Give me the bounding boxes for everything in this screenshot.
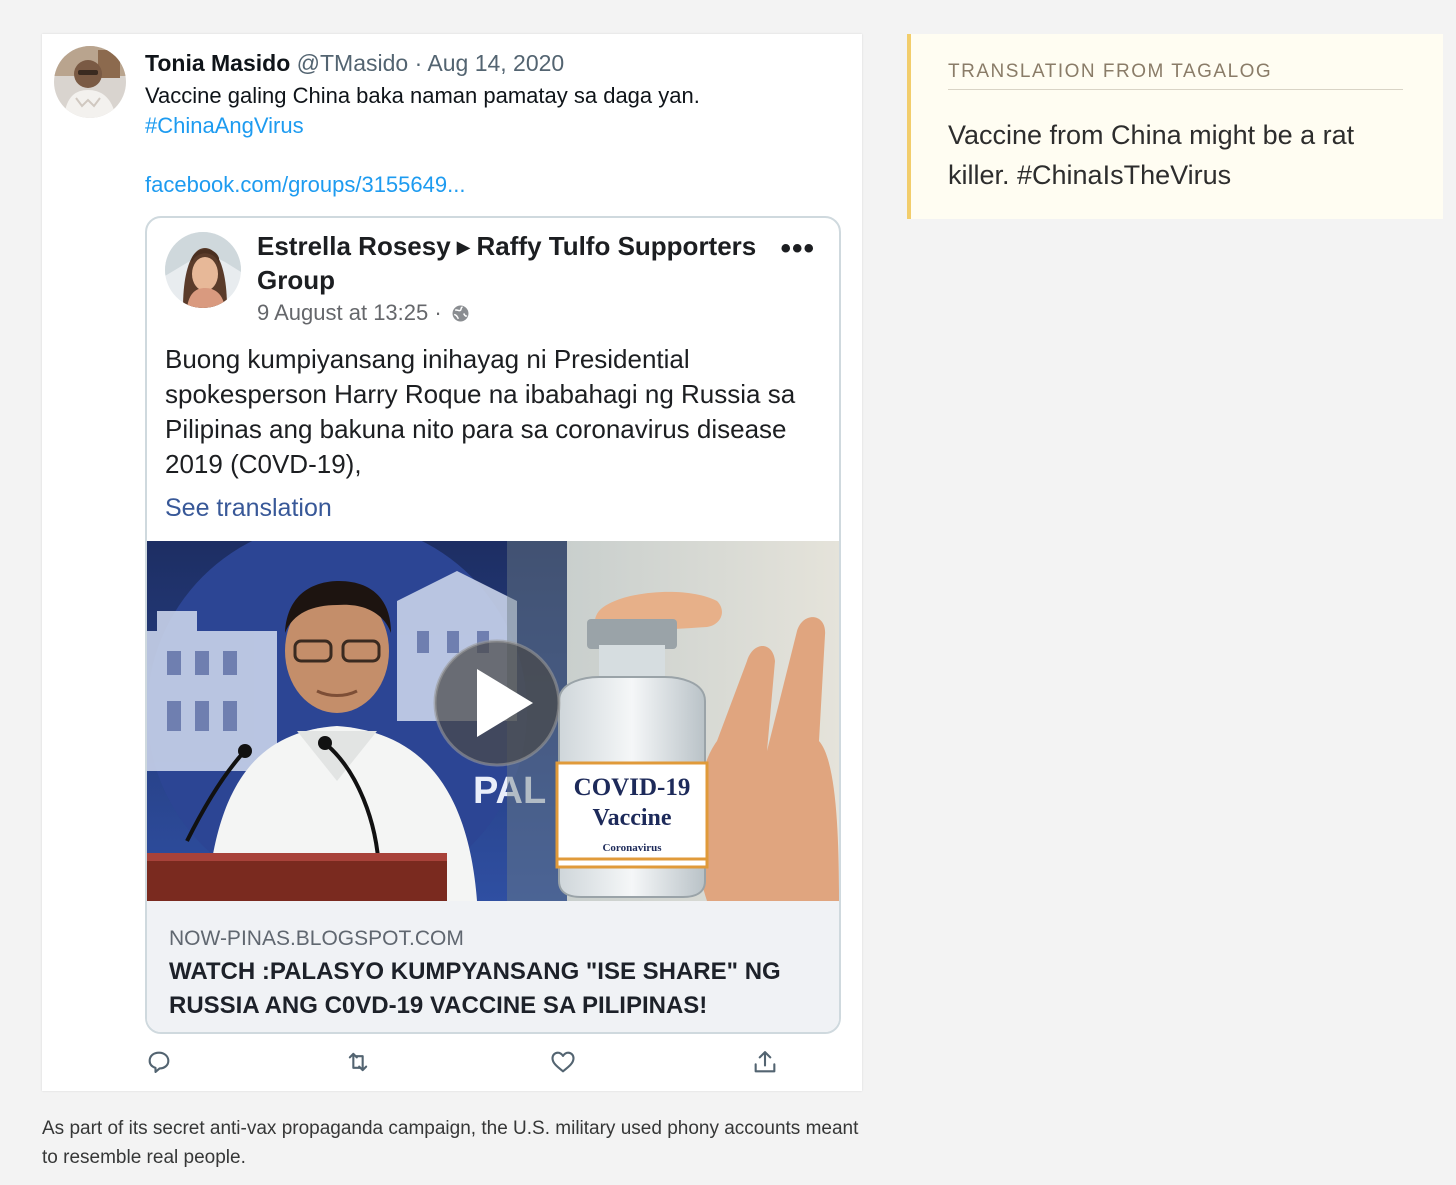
globe-icon: [452, 300, 469, 322]
tweet-date-separator: ·: [414, 50, 423, 76]
fb-link-domain: NOW-PINAS.BLOGSPOT.COM: [169, 927, 464, 950]
fb-arrow-right-icon: ▶: [456, 237, 471, 257]
like-icon[interactable]: [549, 1048, 577, 1076]
fb-author-line: Estrella Rosesy ▶ Raffy Tulfo Supporters G…: [257, 230, 777, 297]
retweet-icon[interactable]: [344, 1048, 372, 1076]
tweet-card: Tonia Masido @TMasido · Aug 14, 2020 Vac…: [42, 34, 862, 1091]
tweet-text: Vaccine galing China baka naman pamatay …: [145, 83, 700, 108]
fb-link-preview[interactable]: NOW-PINAS.BLOGSPOT.COM WATCH :PALASYO KU…: [147, 901, 839, 1032]
fb-link-headline: WATCH :PALASYO KUMPYANSANG "ISE SHARE" N…: [169, 958, 781, 1019]
vial-label-vaccine: Vaccine: [592, 805, 671, 831]
tweet-date[interactable]: Aug 14, 2020: [427, 50, 564, 76]
embedded-facebook-post[interactable]: Estrella Rosesy ▶ Raffy Tulfo Supporters G…: [145, 216, 841, 1034]
tweet-url-link[interactable]: facebook.com/groups/3155649...: [145, 170, 465, 200]
tweet-author-name[interactable]: Tonia Masido: [145, 50, 290, 76]
play-icon[interactable]: [433, 639, 561, 767]
fb-author-avatar[interactable]: [165, 232, 241, 308]
fb-video-thumbnail[interactable]: PAL COVID-19 Vaccine Coronavirus: [147, 541, 839, 901]
image-caption: As part of its secret anti-vax propagand…: [42, 1118, 859, 1168]
translation-label: TRANSLATION FROM TAGALOG: [948, 61, 1403, 90]
vial-label-covid: COVID-19: [574, 774, 691, 801]
fb-post-body: Buong kumpiyansang inihayag ni President…: [165, 344, 796, 479]
tweet-author-avatar[interactable]: [54, 46, 126, 118]
tweet-author-handle[interactable]: @TMasido: [297, 50, 409, 76]
tweet-hashtag-link[interactable]: #ChinaAngVirus: [145, 111, 304, 141]
tweet-actions-bar: [145, 1048, 785, 1080]
share-icon[interactable]: [751, 1048, 779, 1076]
fb-more-options-icon[interactable]: •••: [780, 234, 815, 264]
fb-author-name[interactable]: Estrella Rosesy: [257, 231, 451, 261]
reply-icon[interactable]: [145, 1048, 173, 1076]
fb-see-translation-link[interactable]: See translation: [165, 492, 332, 524]
fb-timestamp[interactable]: 9 August at 13:25 ·: [257, 300, 442, 325]
translation-box: TRANSLATION FROM TAGALOG Vaccine from Ch…: [907, 34, 1443, 219]
fb-timestamp-row: 9 August at 13:25 ·: [257, 298, 469, 328]
translation-text: Vaccine from China might be a rat killer…: [948, 120, 1355, 190]
vial-label-coronavirus: Coronavirus: [602, 842, 662, 854]
tweet-header: Tonia Masido @TMasido · Aug 14, 2020: [145, 48, 564, 78]
